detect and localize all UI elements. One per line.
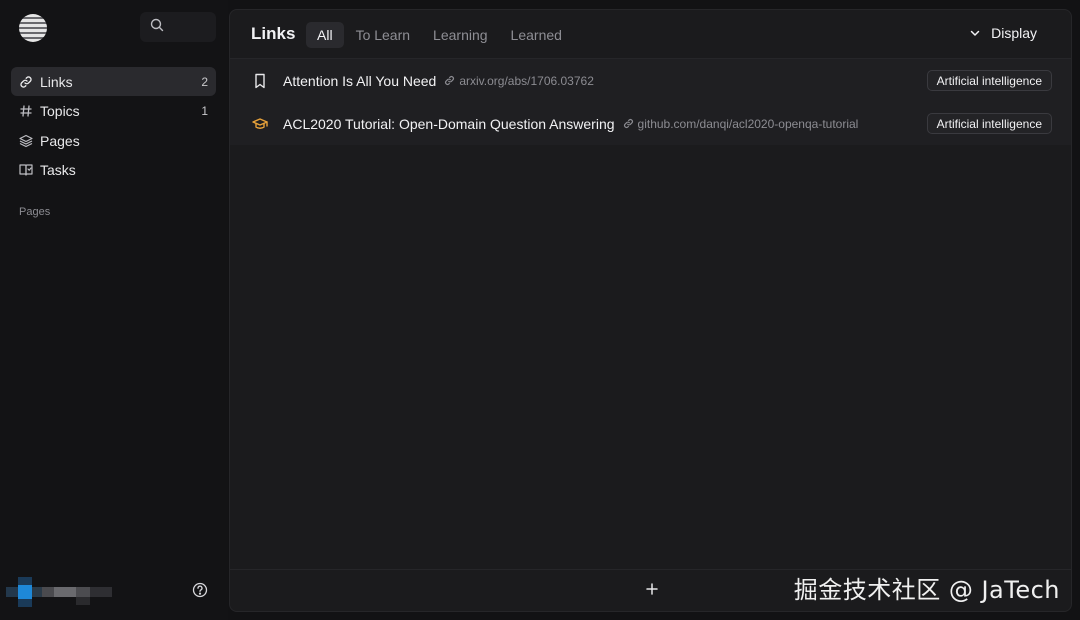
link-title[interactable]: Attention Is All You Need	[283, 73, 436, 89]
add-link-button[interactable]	[643, 582, 661, 600]
sidebar-item-count: 2	[201, 74, 208, 89]
layers-icon	[19, 134, 33, 148]
help-circle-icon	[192, 582, 208, 602]
sidebar-item-label: Links	[40, 73, 73, 90]
tab-all[interactable]: All	[306, 22, 344, 48]
graduation-cap-icon[interactable]	[252, 116, 268, 132]
topic-tag[interactable]: Artificial intelligence	[926, 70, 1052, 91]
sidebar-item-label: Tasks	[40, 162, 76, 178]
links-panel: Links All To Learn Learning Learned Disp…	[229, 9, 1072, 612]
search-button[interactable]	[140, 12, 216, 42]
tab-learning[interactable]: Learning	[422, 22, 499, 48]
chevron-down-icon	[969, 27, 981, 39]
sidebar-item-links[interactable]: Links 2	[11, 67, 216, 96]
help-button[interactable]	[192, 582, 208, 598]
link-icon	[623, 118, 634, 129]
app-logo[interactable]	[19, 14, 47, 42]
link-url[interactable]: arxiv.org/abs/1706.03762	[444, 74, 594, 88]
sidebar-item-topics[interactable]: Topics 1	[11, 97, 216, 126]
sidebar: Links 2 Topics 1 Pages Tasks Pages	[0, 0, 228, 620]
sidebar-nav: Links 2 Topics 1 Pages Tasks	[11, 67, 216, 185]
watermark: 掘金技术社区 @ JaTech	[793, 576, 1060, 604]
hash-icon	[19, 104, 33, 118]
page-title: Links	[251, 24, 296, 43]
link-url-text: github.com/danqi/acl2020-openqa-tutorial	[637, 116, 859, 131]
filter-tabs: All To Learn Learning Learned	[306, 22, 574, 48]
links-list: Attention Is All You Need arxiv.org/abs/…	[230, 59, 1071, 145]
sidebar-item-count: 1	[201, 104, 208, 118]
sidebar-item-label: Pages	[40, 132, 80, 149]
sidebar-item-tasks[interactable]: Tasks	[11, 156, 216, 185]
user-profile[interactable]	[6, 577, 116, 607]
sidebar-item-pages[interactable]: Pages	[11, 126, 216, 155]
link-icon	[19, 75, 33, 89]
link-url[interactable]: github.com/danqi/acl2020-openqa-tutorial	[623, 116, 859, 131]
bookmark-icon[interactable]	[252, 73, 268, 89]
sidebar-item-label: Topics	[40, 103, 80, 119]
book-check-icon	[19, 163, 33, 177]
plus-icon	[646, 582, 658, 600]
link-icon	[444, 75, 455, 86]
tab-learned[interactable]: Learned	[500, 22, 573, 48]
tab-to-learn[interactable]: To Learn	[345, 22, 421, 48]
display-label: Display	[991, 25, 1037, 41]
links-header: Links All To Learn Learning Learned Disp…	[230, 10, 1071, 59]
list-item[interactable]: Attention Is All You Need arxiv.org/abs/…	[230, 59, 1071, 102]
search-icon	[150, 18, 164, 37]
display-button[interactable]: Display	[969, 25, 1037, 41]
topic-tag[interactable]: Artificial intelligence	[926, 113, 1052, 134]
link-title[interactable]: ACL2020 Tutorial: Open-Domain Question A…	[283, 116, 615, 132]
list-item[interactable]: ACL2020 Tutorial: Open-Domain Question A…	[230, 102, 1071, 145]
link-url-text: arxiv.org/abs/1706.03762	[459, 73, 594, 88]
pages-section-label: Pages	[19, 206, 51, 218]
